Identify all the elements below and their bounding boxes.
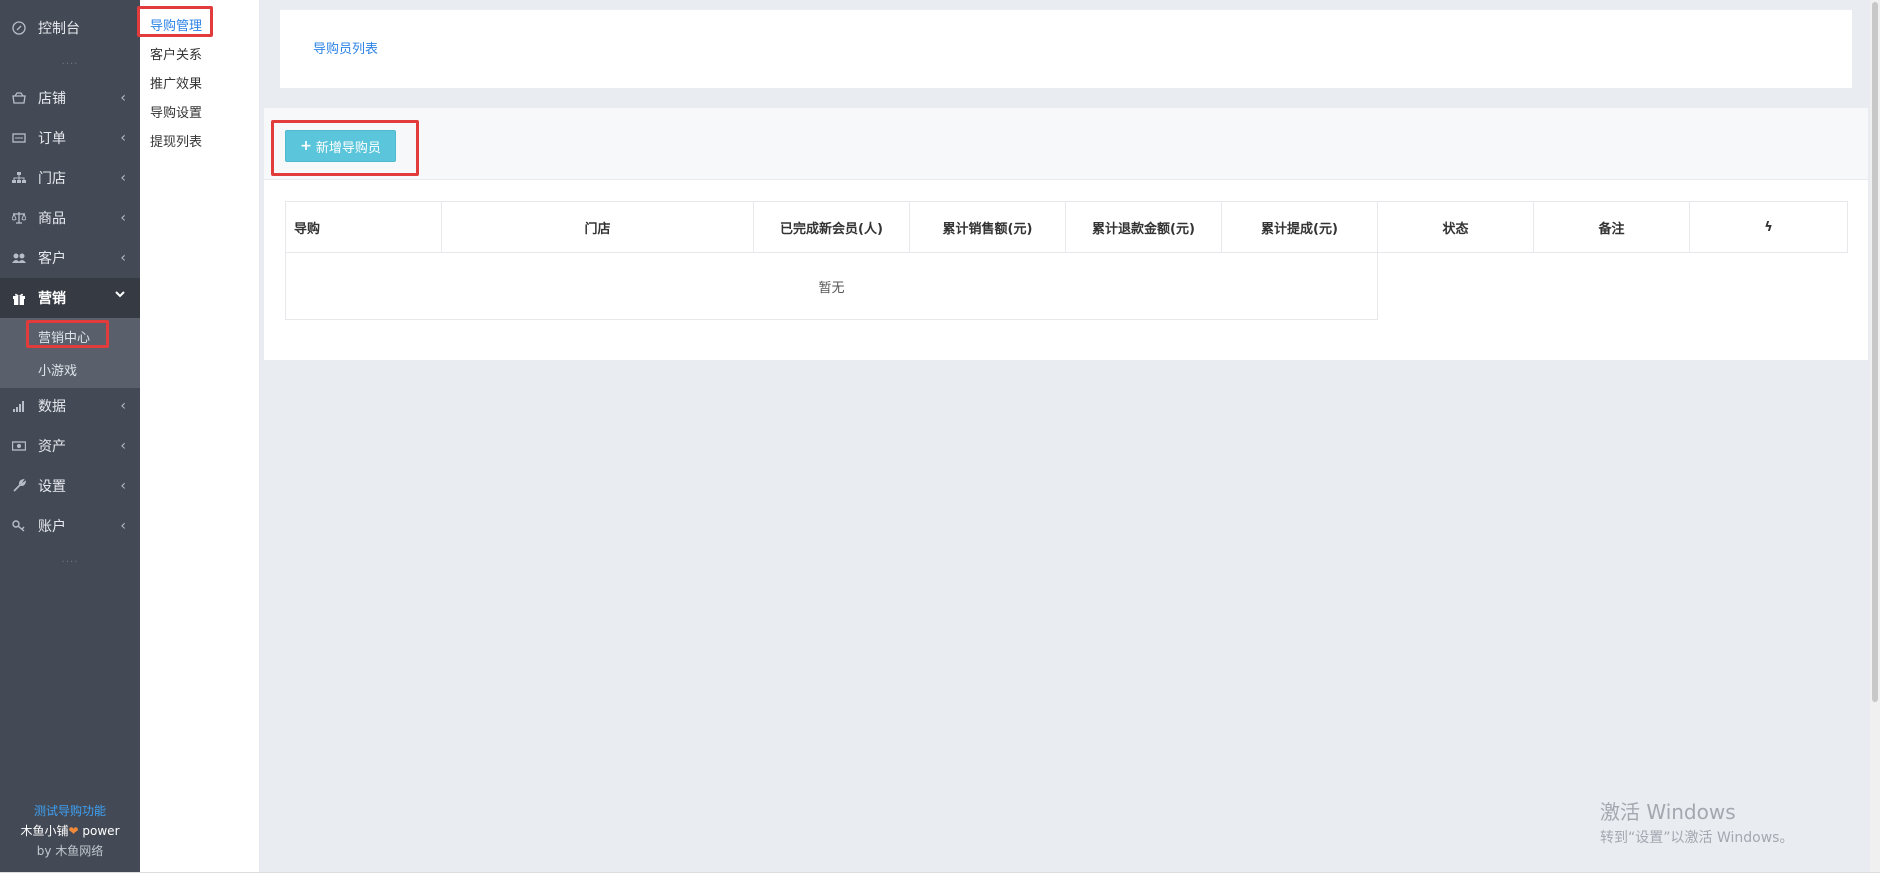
power-text: power [82, 824, 120, 838]
windows-activation-watermark: 激活 Windows 转到“设置”以激活 Windows。 [1600, 796, 1793, 847]
empty-cell-filler [1378, 253, 1848, 320]
chevron-left-icon: ‹ [120, 170, 126, 186]
gift-icon [12, 291, 26, 305]
secondary-nav-guide-settings[interactable]: 导购设置 [150, 102, 202, 121]
nav-data[interactable]: 数据 ‹ [0, 386, 140, 426]
divider-dots: .... [61, 56, 79, 67]
col-guide: 导购 [285, 201, 442, 253]
chevron-left-icon: ‹ [120, 250, 126, 266]
col-store: 门店 [441, 201, 754, 253]
nav-data-label: 数据 [38, 399, 66, 415]
nav-dashboard[interactable]: 控制台 [0, 8, 140, 48]
nav-settings-label: 设置 [38, 479, 66, 495]
tab-panel: 导购员列表 [280, 10, 1852, 88]
chevron-left-icon: ‹ [120, 518, 126, 534]
nav-account-label: 账户 [38, 519, 66, 535]
nav-orders[interactable]: 订单 ‹ [0, 118, 140, 158]
add-guide-label: 新增导购员 [315, 140, 381, 156]
chevron-down-icon [114, 288, 126, 304]
add-guide-button[interactable]: + 新增导购员 [285, 130, 396, 162]
marketing-submenu: 营销中心 小游戏 [0, 318, 140, 388]
nav-orders-label: 订单 [38, 131, 66, 147]
nav-assets[interactable]: 资产 ‹ [0, 426, 140, 466]
scale-icon [12, 211, 26, 225]
nav-stores[interactable]: 门店 ‹ [0, 158, 140, 198]
empty-text: 暂无 [285, 252, 1378, 320]
bar-chart-icon [12, 399, 26, 413]
nav-dashboard-label: 控制台 [38, 21, 80, 37]
chevron-left-icon: ‹ [120, 130, 126, 146]
nav-account[interactable]: 账户 ‹ [0, 506, 140, 546]
divider-dots: .... [61, 554, 79, 565]
secondary-nav-customer-relations[interactable]: 客户关系 [150, 44, 202, 63]
scrollbar-thumb[interactable] [1872, 2, 1878, 702]
nav-assets-label: 资产 [38, 439, 66, 455]
toolbar: + 新增导购员 [264, 108, 1868, 180]
nav-stores-label: 门店 [38, 171, 66, 187]
main-sidebar: 控制台 .... 店铺 ‹ 订单 ‹ 门店 ‹ 商品 ‹ 客户 ‹ 营销 营销中… [0, 0, 140, 872]
chevron-left-icon: ‹ [120, 478, 126, 494]
guide-table: 导购 门店 已完成新会员(人) 累计销售额(元) 累计退款金额(元) 累计提成(… [285, 201, 1848, 320]
store-icon [12, 91, 26, 105]
nav-marketing[interactable]: 营销 [0, 278, 140, 318]
status-bar [0, 872, 1880, 878]
nav-customers[interactable]: 客户 ‹ [0, 238, 140, 278]
by-text: by [36, 844, 52, 858]
submenu-marketing-center[interactable]: 营销中心 [38, 327, 90, 346]
chevron-left-icon: ‹ [120, 90, 126, 106]
plus-icon: + [300, 138, 312, 154]
nav-marketing-label: 营销 [38, 291, 66, 307]
by-line: by 木鱼网络 [0, 842, 140, 859]
watermark-title: 激活 Windows [1600, 800, 1736, 824]
col-total-refund: 累计退款金额(元) [1065, 201, 1222, 253]
watermark-subtitle: 转到“设置”以激活 Windows。 [1600, 830, 1794, 846]
secondary-sidebar: 导购管理 客户关系 推广效果 导购设置 提现列表 [140, 0, 260, 872]
nav-settings[interactable]: 设置 ‹ [0, 466, 140, 506]
dashboard-icon [12, 21, 26, 35]
table-row-empty: 暂无 [285, 252, 1848, 320]
users-icon [12, 251, 26, 265]
main-panel: + 新增导购员 导购 门店 已完成新会员(人) 累计销售额(元) 累计退款金额(… [264, 108, 1868, 360]
nav-store-label: 店铺 [38, 91, 66, 107]
nav-products-label: 商品 [38, 211, 66, 227]
col-remark: 备注 [1533, 201, 1690, 253]
nav-store[interactable]: 店铺 ‹ [0, 78, 140, 118]
chevron-left-icon: ‹ [120, 398, 126, 414]
col-actions-bolt-icon: ϟ [1689, 201, 1848, 253]
tab-guide-list[interactable]: 导购员列表 [313, 38, 378, 57]
order-icon [12, 131, 26, 145]
col-total-commission: 累计提成(元) [1221, 201, 1378, 253]
col-status: 状态 [1377, 201, 1534, 253]
table-header-row: 导购 门店 已完成新会员(人) 累计销售额(元) 累计退款金额(元) 累计提成(… [285, 201, 1848, 253]
vertical-scrollbar[interactable] [1870, 0, 1880, 872]
key-icon [12, 519, 26, 533]
chevron-left-icon: ‹ [120, 210, 126, 226]
company-name: 木鱼网络 [55, 844, 104, 858]
secondary-nav-promotion-effect[interactable]: 推广效果 [150, 73, 202, 92]
submenu-mini-games[interactable]: 小游戏 [38, 360, 77, 379]
sidebar-footer: 测试导购功能 木鱼小铺❤ power by 木鱼网络 [0, 802, 140, 859]
heart-icon: ❤ [68, 824, 79, 838]
brand-name: 木鱼小铺 [20, 824, 69, 838]
secondary-nav-withdraw-list[interactable]: 提现列表 [150, 131, 202, 150]
wrench-icon [12, 479, 26, 493]
nav-products[interactable]: 商品 ‹ [0, 198, 140, 238]
col-total-sales: 累计销售额(元) [909, 201, 1066, 253]
shop-name[interactable]: 测试导购功能 [0, 802, 140, 819]
col-new-members: 已完成新会员(人) [753, 201, 910, 253]
secondary-nav-guide-management[interactable]: 导购管理 [150, 15, 202, 34]
money-icon [12, 439, 26, 453]
nav-customers-label: 客户 [38, 251, 66, 267]
power-line: 木鱼小铺❤ power [0, 822, 140, 839]
sitemap-icon [12, 171, 26, 185]
chevron-left-icon: ‹ [120, 438, 126, 454]
